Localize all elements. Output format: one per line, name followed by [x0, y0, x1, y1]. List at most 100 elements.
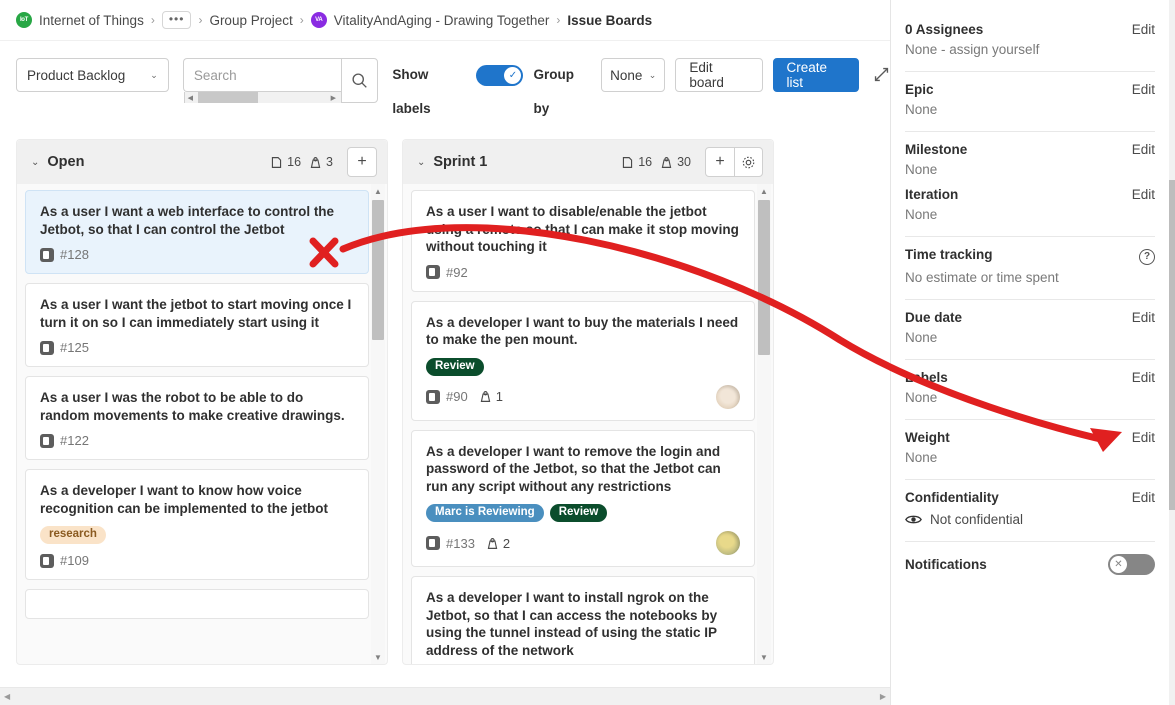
search-horizontal-scrollbar[interactable]: ◀ ▶	[183, 92, 341, 103]
scrollbar-thumb[interactable]	[758, 200, 770, 355]
board-column-open: ⌄ Open 16 3 + As a user I want a web int…	[16, 139, 388, 665]
breadcrumb-separator: ›	[150, 13, 155, 27]
help-icon[interactable]: ?	[1139, 248, 1155, 265]
issue-id: #125	[60, 340, 89, 355]
issue-card[interactable]: As a user I want to disable/enable the j…	[411, 190, 755, 292]
issue-card[interactable]: As a user I was the robot to be able to …	[25, 376, 369, 460]
board-selector-dropdown[interactable]: Product Backlog ⌄	[16, 58, 169, 92]
breadcrumb-item-subgroup[interactable]: Group Project	[209, 13, 292, 28]
edit-confidentiality-button[interactable]: Edit	[1132, 490, 1155, 505]
create-list-button[interactable]: Create list	[772, 58, 860, 92]
show-labels-label: Show labels	[392, 67, 431, 116]
sidebar-label: Labels	[905, 369, 948, 385]
sidebar-value[interactable]: None - assign yourself	[905, 42, 1155, 57]
search-input[interactable]: Search	[182, 58, 341, 92]
add-issue-button[interactable]: +	[348, 148, 376, 176]
notifications-toggle[interactable]: ✕	[1108, 553, 1155, 575]
scroll-left-arrow-icon[interactable]: ◀	[4, 692, 10, 701]
issue-card-meta: #92	[426, 265, 740, 280]
sidebar-row-header: Labels Edit	[905, 370, 1155, 385]
issue-card-meta: #122	[40, 433, 354, 448]
issue-card-title: As a developer I want to install ngrok o…	[426, 590, 718, 658]
edit-due-date-button[interactable]: Edit	[1132, 310, 1155, 325]
chevron-down-icon[interactable]: ⌄	[417, 157, 425, 168]
issue-count-value: 16	[638, 155, 653, 169]
issue-card[interactable]: As a developer I want to install ngrok o…	[411, 576, 755, 664]
scroll-left-arrow-icon[interactable]: ◀	[185, 94, 196, 102]
column-cards-open[interactable]: As a user I want a web interface to cont…	[17, 184, 387, 664]
sidebar-row-header: Epic Edit	[905, 82, 1155, 97]
sidebar-row-header: Time tracking ?	[905, 247, 1155, 265]
scrollbar-thumb[interactable]	[197, 92, 258, 103]
sidebar-row-header: Due date Edit	[905, 310, 1155, 325]
edit-iteration-button[interactable]: Edit	[1132, 187, 1155, 202]
issue-card-partial[interactable]	[25, 589, 369, 619]
ellipsis-button[interactable]: •••	[161, 11, 192, 29]
issue-type-icon	[426, 389, 440, 404]
sidebar-row-notifications: Notifications ✕	[905, 542, 1155, 575]
breadcrumb-label-group: Internet of Things	[39, 12, 144, 28]
sidebar-label: Iteration	[905, 187, 959, 202]
issue-type-icon	[40, 247, 54, 262]
check-icon: ✓	[504, 67, 522, 84]
issue-label[interactable]: Marc is Reviewing	[426, 504, 544, 522]
group-by-dropdown[interactable]: None ⌄	[601, 58, 666, 92]
edit-board-button[interactable]: Edit board	[675, 58, 763, 92]
add-issue-button[interactable]: +	[706, 148, 734, 176]
column-vertical-scrollbar[interactable]: ▲ ▼	[757, 184, 771, 664]
assignee-avatar[interactable]	[716, 531, 740, 555]
column-cards-sprint-1[interactable]: As a user I want to disable/enable the j…	[403, 184, 773, 664]
issue-label[interactable]: Review	[549, 504, 608, 522]
confidentiality-value-row: Not confidential	[905, 512, 1155, 527]
issue-card-labels: Marc is Reviewing Review	[426, 504, 740, 522]
scrollbar-thumb[interactable]	[1169, 180, 1175, 510]
chevron-down-icon[interactable]: ⌄	[31, 157, 39, 168]
search-button[interactable]	[340, 58, 378, 103]
edit-labels-button[interactable]: Edit	[1132, 370, 1155, 385]
expand-arrows-icon[interactable]	[873, 66, 890, 88]
issue-card[interactable]: As a developer I want to remove the logi…	[411, 429, 755, 567]
scroll-right-arrow-icon[interactable]: ▶	[880, 692, 886, 701]
issue-label[interactable]: research	[40, 526, 106, 544]
weight-icon	[310, 156, 321, 168]
issue-card[interactable]: As a user I want a web interface to cont…	[25, 190, 369, 274]
breadcrumb-item-group[interactable]: IoT Internet of Things	[16, 12, 144, 28]
scrollbar-thumb[interactable]	[372, 200, 384, 340]
issue-id: #90	[446, 389, 468, 404]
column-vertical-scrollbar[interactable]: ▲ ▼	[371, 184, 385, 664]
sidebar-row-labels: Labels Edit None	[905, 360, 1155, 420]
scroll-down-arrow-icon[interactable]: ▼	[371, 650, 385, 664]
weight-value: 30	[677, 155, 691, 169]
sidebar-vertical-scrollbar[interactable]	[1169, 0, 1175, 705]
issue-card[interactable]: As a developer I want to know how voice …	[25, 469, 369, 580]
board-column-sprint-1: ⌄ Sprint 1 16 30 + As a user I want to d…	[402, 139, 774, 665]
board-horizontal-scrollbar[interactable]: ◀ ▶	[0, 687, 890, 705]
edit-assignees-button[interactable]: Edit	[1132, 22, 1155, 37]
issue-type-icon	[40, 433, 54, 448]
list-settings-gear-icon[interactable]	[734, 148, 762, 176]
sidebar-value: None	[905, 207, 938, 222]
issue-board-page: IoT Internet of Things › ••• › Group Pro…	[0, 0, 1175, 705]
issue-label[interactable]: Review	[426, 357, 484, 376]
breadcrumb-separator: ›	[556, 13, 561, 27]
breadcrumb-separator: ›	[299, 13, 304, 27]
board-toolbar: Product Backlog ⌄ Search ◀ ▶ Show labels…	[0, 41, 890, 121]
issue-id: #92	[446, 264, 468, 280]
scroll-right-arrow-icon[interactable]: ▶	[328, 94, 339, 102]
issue-type-icon	[426, 265, 440, 279]
issue-card[interactable]: As a user I want the jetbot to start mov…	[25, 283, 369, 367]
edit-weight-button[interactable]: Edit	[1132, 430, 1155, 445]
show-labels-toggle[interactable]: ✓	[476, 65, 524, 86]
scroll-up-arrow-icon[interactable]: ▲	[757, 184, 771, 198]
assignee-avatar[interactable]	[716, 384, 740, 409]
issue-card[interactable]: As a developer I want to buy the materia…	[411, 300, 755, 421]
scroll-down-arrow-icon[interactable]: ▼	[757, 650, 771, 664]
issues-icon	[272, 156, 282, 168]
sidebar-row-time-tracking: Time tracking ? No estimate or time spen…	[905, 237, 1155, 300]
issue-id: #122	[60, 433, 89, 448]
scroll-up-arrow-icon[interactable]: ▲	[371, 184, 385, 198]
breadcrumb-item-project[interactable]: VA VitalityAndAging - Drawing Together	[310, 12, 549, 28]
edit-milestone-button[interactable]: Edit	[1132, 142, 1155, 157]
breadcrumb-item-current: Issue Boards	[567, 12, 653, 28]
edit-epic-button[interactable]: Edit	[1132, 82, 1155, 97]
